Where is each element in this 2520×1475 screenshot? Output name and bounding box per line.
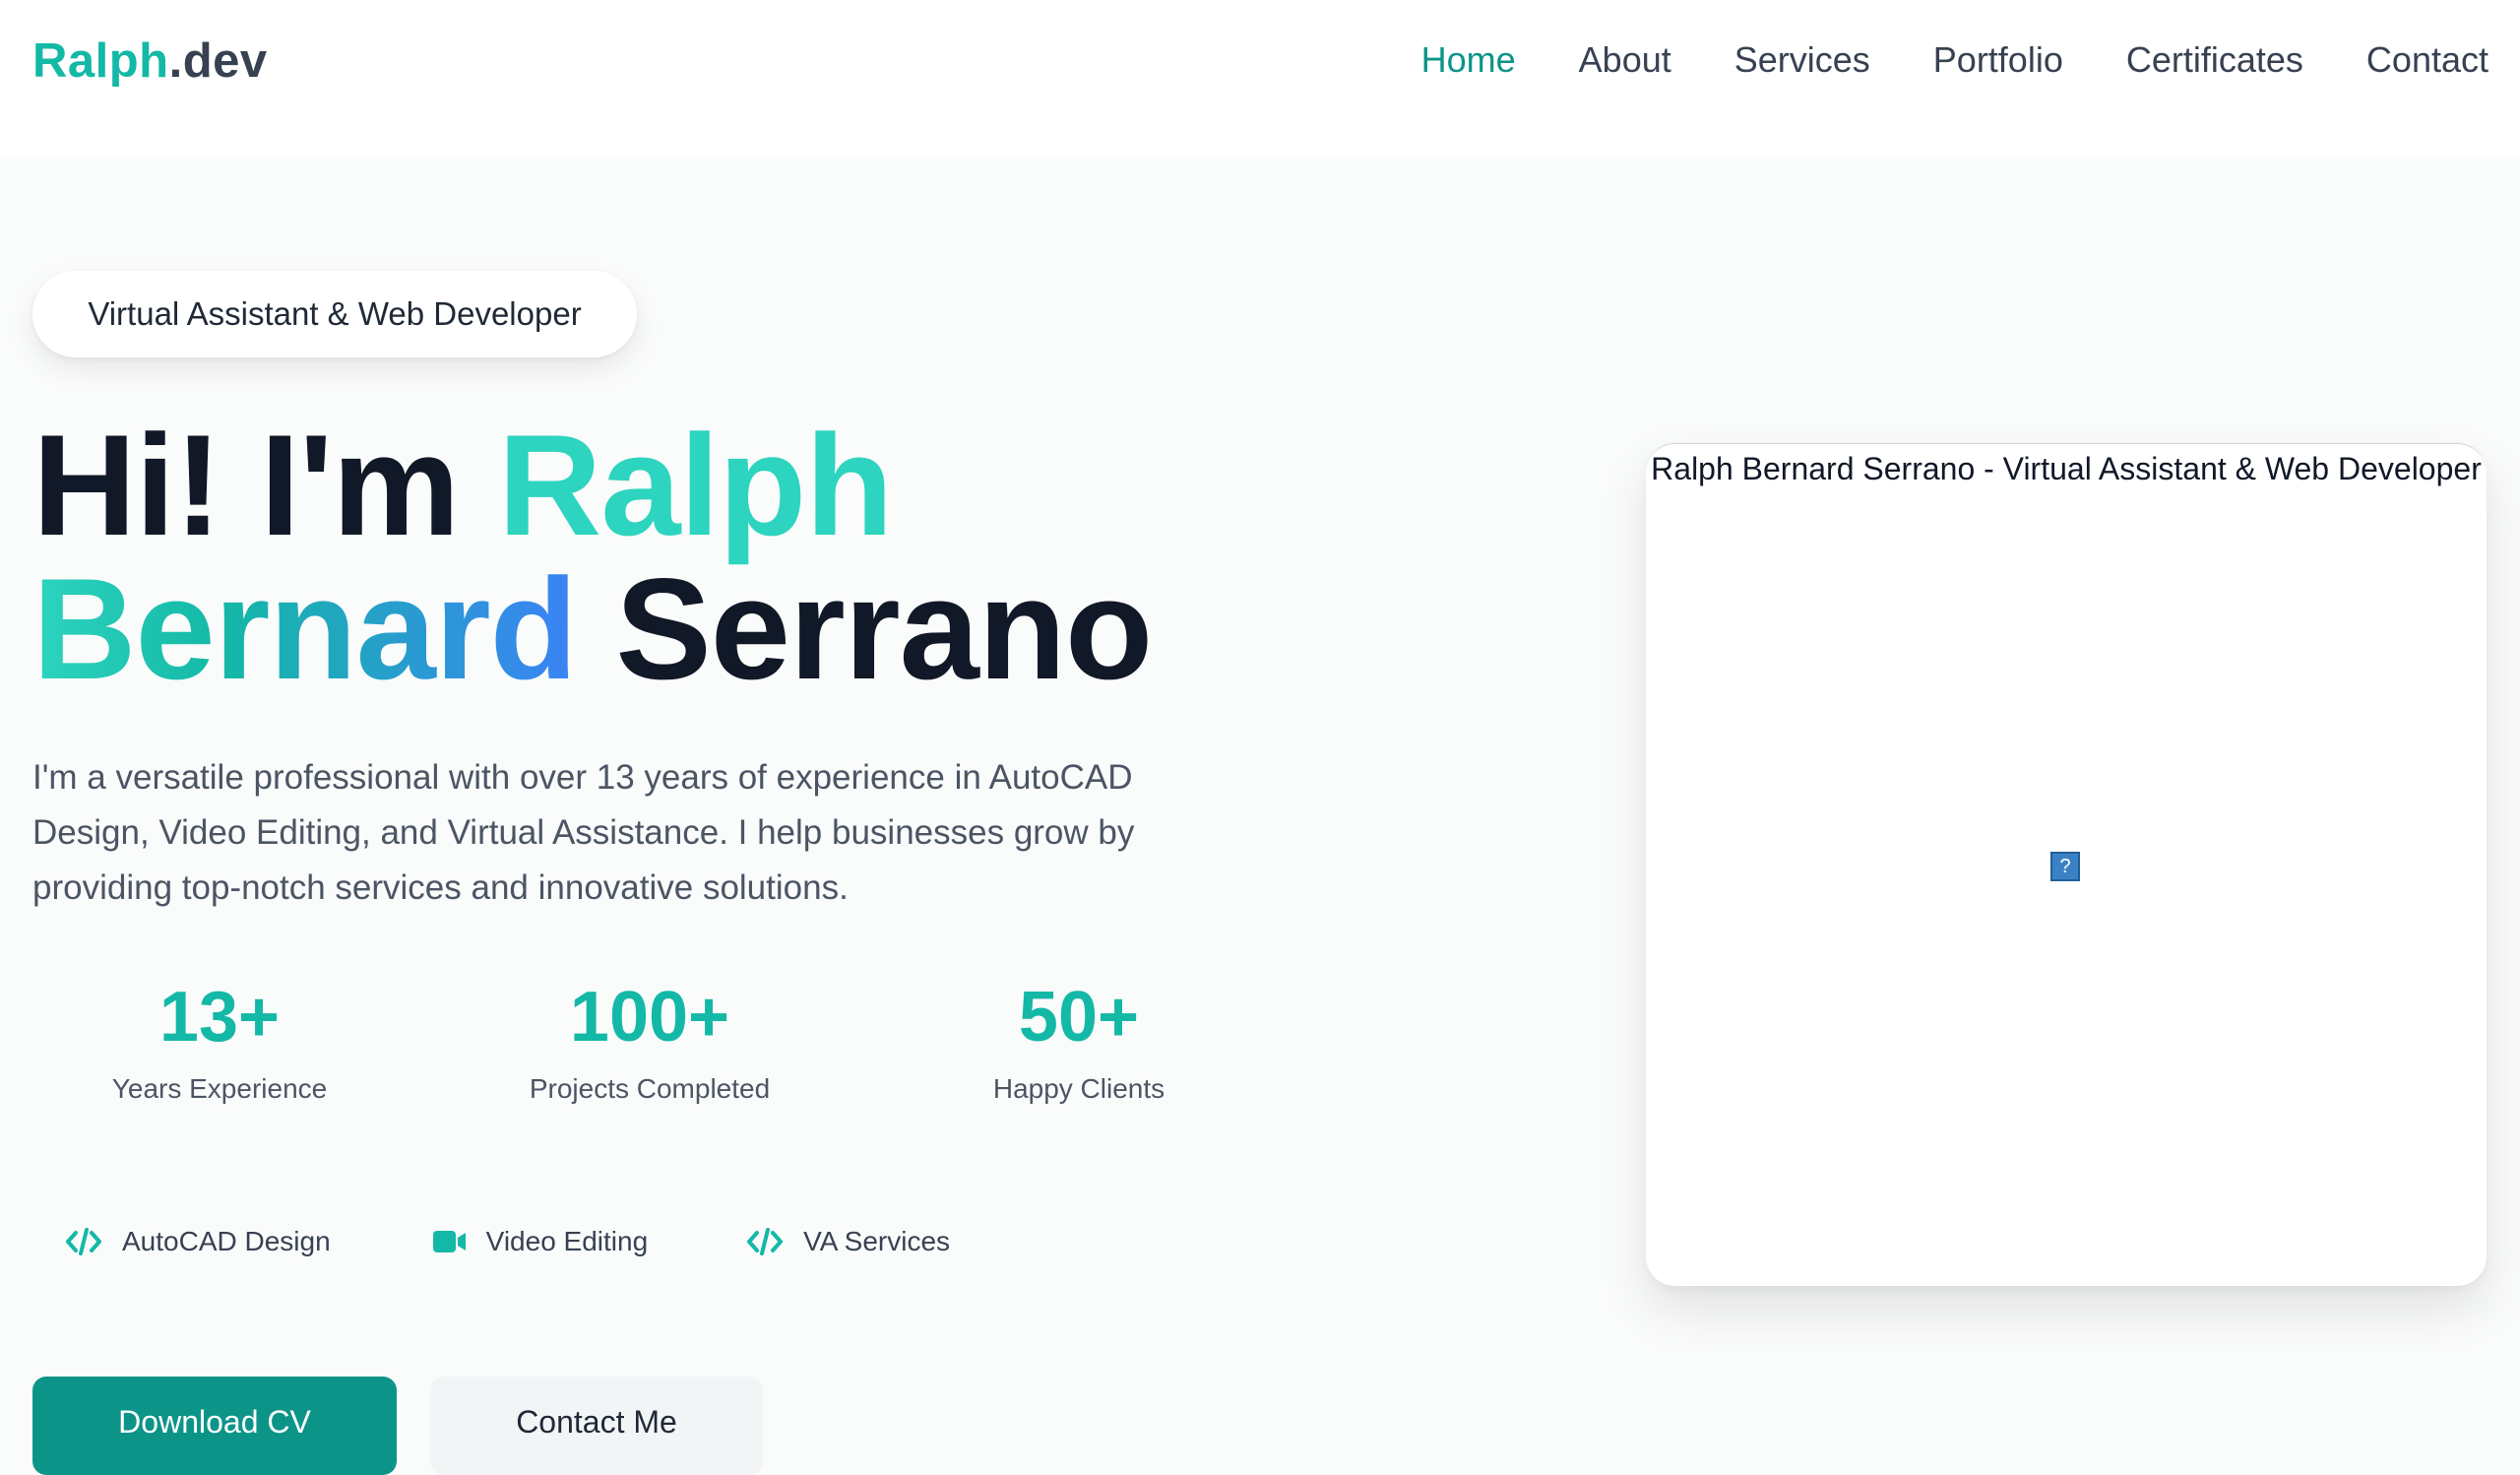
stat-years: 13+ Years Experience bbox=[32, 975, 407, 1105]
skill-label: Video Editing bbox=[485, 1226, 649, 1256]
video-icon bbox=[432, 1231, 466, 1252]
hero-heading: Hi! I'm Ralph Bernard Serrano bbox=[32, 414, 1153, 701]
stat-label: Years Experience bbox=[111, 1073, 328, 1104]
nav-about[interactable]: About bbox=[1579, 39, 1671, 81]
role-badge: Virtual Assistant & Web Developer bbox=[32, 271, 637, 357]
download-cv-button[interactable]: Download CV bbox=[32, 1377, 397, 1475]
profile-image-card: Ralph Bernard Serrano - Virtual Assistan… bbox=[1646, 443, 2487, 1286]
skill-label: VA Services bbox=[803, 1226, 951, 1256]
logo-tld: .dev bbox=[168, 34, 268, 88]
skills-row: AutoCAD Design Video Editing VA Services bbox=[65, 1226, 950, 1257]
stat-value: 100+ bbox=[569, 978, 730, 1057]
stat-clients: 50+ Happy Clients bbox=[892, 975, 1266, 1105]
hero-intro: I'm a versatile professional with over 1… bbox=[32, 758, 1135, 907]
heading-ralph: Ralph bbox=[497, 405, 894, 565]
profile-image-alt: Ralph Bernard Serrano - Virtual Assistan… bbox=[1651, 451, 2482, 486]
skill-va: VA Services bbox=[746, 1226, 950, 1257]
code-icon bbox=[747, 1228, 784, 1255]
broken-image-icon: ? bbox=[2050, 852, 2080, 881]
logo-brand: Ralph bbox=[32, 34, 169, 88]
nav-certificates[interactable]: Certificates bbox=[2126, 39, 2303, 81]
stat-value: 50+ bbox=[1018, 978, 1140, 1057]
code-icon bbox=[66, 1228, 101, 1255]
site-logo[interactable]: Ralph.dev bbox=[32, 33, 268, 89]
nav-services[interactable]: Services bbox=[1734, 39, 1870, 81]
stat-label: Happy Clients bbox=[992, 1073, 1166, 1104]
stats-row: 13+ Years Experience 100+ Projects Compl… bbox=[32, 975, 1214, 1122]
stat-projects: 100+ Projects Completed bbox=[463, 975, 837, 1105]
main-nav: Home About Services Portfolio Certificat… bbox=[1421, 39, 2488, 81]
nav-contact[interactable]: Contact bbox=[2366, 39, 2488, 81]
heading-serrano: Serrano bbox=[576, 548, 1153, 709]
site-header: Ralph.dev Home About Services Portfolio … bbox=[0, 0, 2520, 158]
stat-label: Projects Completed bbox=[529, 1073, 771, 1104]
skill-autocad: AutoCAD Design bbox=[65, 1226, 331, 1257]
nav-home[interactable]: Home bbox=[1421, 39, 1516, 81]
skill-video: Video Editing bbox=[432, 1226, 649, 1257]
nav-portfolio[interactable]: Portfolio bbox=[1933, 39, 2063, 81]
heading-bernard: Bernard bbox=[32, 548, 578, 709]
contact-me-button[interactable]: Contact Me bbox=[430, 1377, 763, 1475]
skill-label: AutoCAD Design bbox=[122, 1226, 331, 1256]
heading-hi: Hi! I'm bbox=[32, 405, 498, 565]
stat-value: 13+ bbox=[158, 978, 281, 1057]
